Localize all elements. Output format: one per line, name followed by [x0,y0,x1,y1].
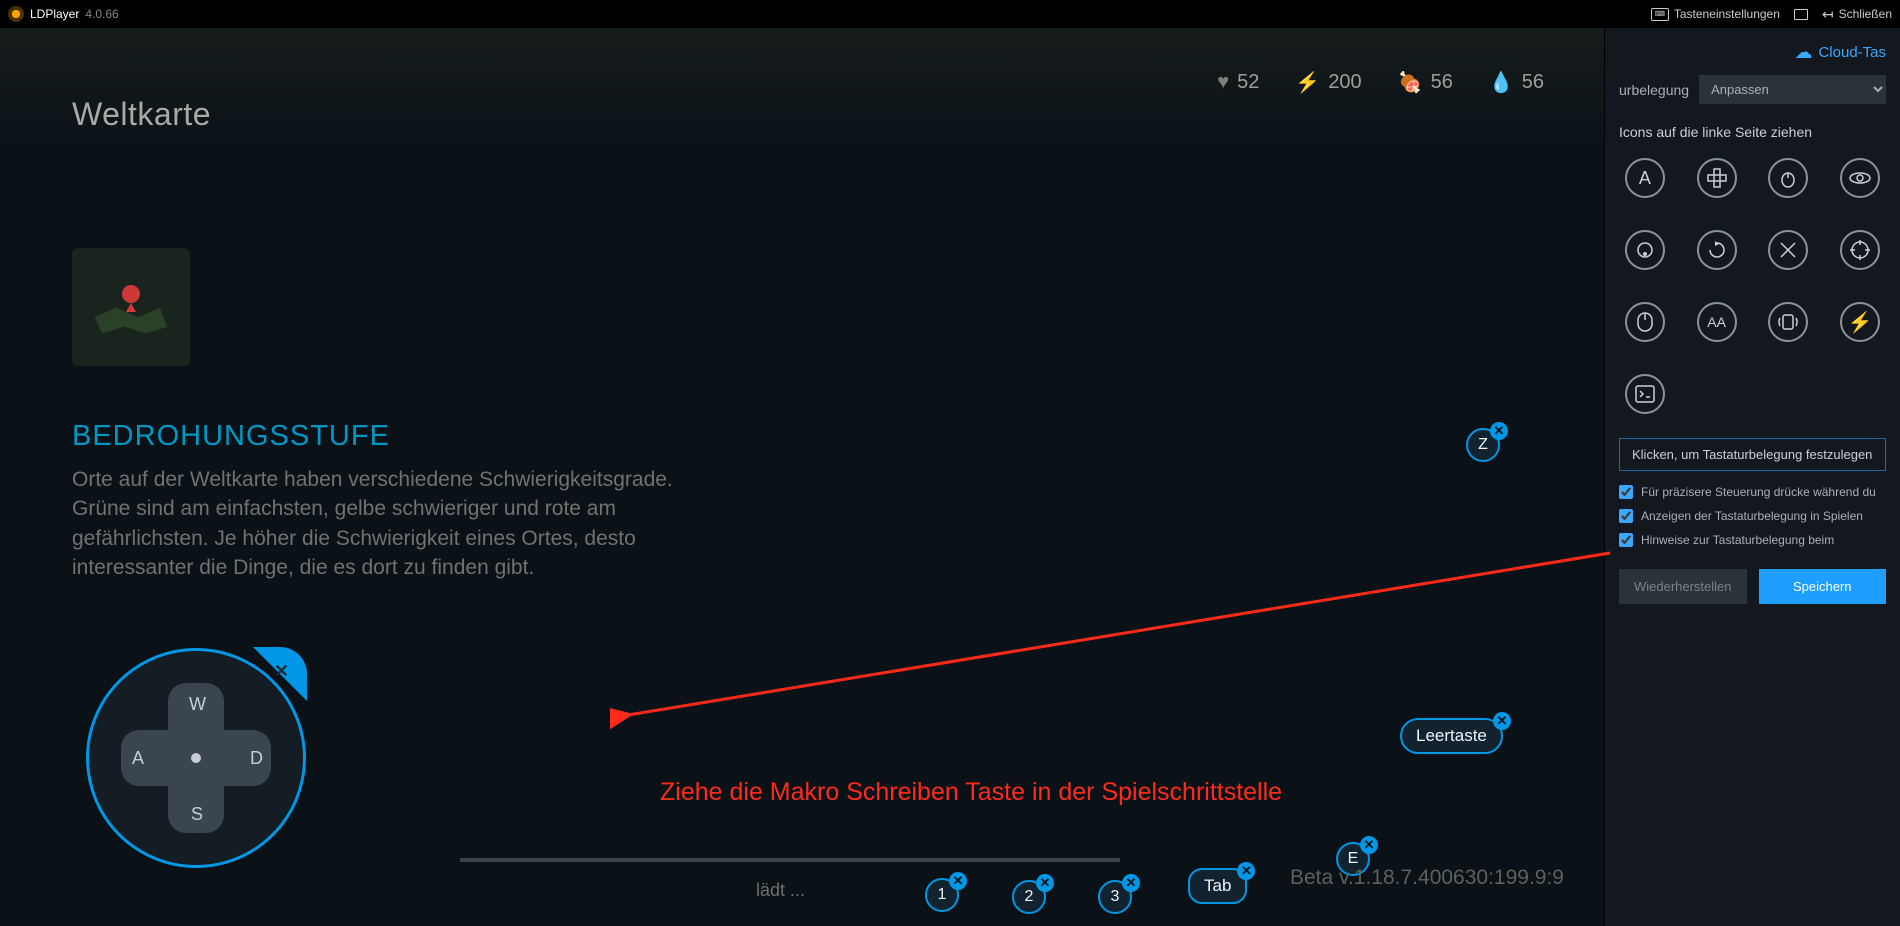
dpad-ring: ✕ W A D S [86,648,306,868]
close-label: Schließen [1839,7,1892,21]
dpad-icon[interactable] [1697,158,1737,198]
dpad-center-dot [191,753,201,763]
loading-bar [460,858,1120,862]
macro-icon[interactable] [1625,374,1665,414]
icon-grid: A AA ⚡ [1619,158,1886,414]
profile-select[interactable]: Anpassen [1699,75,1886,104]
key-settings-label: Tasteneinstellungen [1674,7,1780,21]
mouse-icon[interactable] [1625,302,1665,342]
key-1-label: 1 [938,886,947,904]
close-arrow-icon: ↤ [1822,6,1834,23]
game-version: Beta v.1.18.7.400630:199.9:9 [1290,866,1564,890]
check-precise[interactable]: Für präzisere Steuerung drücke während d… [1619,485,1886,499]
stats-bar: ♥ 52 ⚡ 200 🍖 56 💧 56 [1217,70,1544,95]
annotation-arrow-icon [610,543,1630,743]
annotation-text: Ziehe die Makro Schreiben Taste in der S… [660,778,1282,807]
check-precise-label: Für präzisere Steuerung drücke während d… [1641,485,1876,499]
key-z[interactable]: Z ✕ [1466,428,1500,462]
key-tab[interactable]: Tab ✕ [1188,868,1247,904]
threat-title: BEDROHUNGSSTUFE [72,420,712,453]
cloud-icon: ☁ [1794,42,1812,63]
stat-water: 💧 56 [1489,70,1544,95]
folder-button[interactable] [1794,9,1808,20]
check-hints[interactable]: Hinweise zur Tastaturbelegung beim [1619,533,1886,547]
map-icon [86,272,176,342]
bolt-icon: ⚡ [1295,70,1320,95]
key-delete-icon[interactable]: ✕ [1490,422,1508,440]
app-name: LDPlayer [30,7,79,21]
loading-text: lädt ... [756,880,805,901]
key-tab-label: Tab [1204,876,1231,896]
meat-icon: 🍖 [1398,70,1423,95]
gravity-icon[interactable] [1625,230,1665,270]
heart-icon: ♥ [1217,71,1229,94]
bolt-value: 200 [1328,71,1361,94]
key-1[interactable]: 1 ✕ [925,878,959,912]
tooltip-box: Klicken, um Tastaturbelegung festzulegen [1619,438,1886,471]
stat-heart: ♥ 52 [1217,71,1259,94]
aim-icon[interactable] [1840,230,1880,270]
titlebar-right: ⌨ Tasteneinstellungen ↤ Schließen [1651,6,1892,23]
view-icon[interactable] [1840,158,1880,198]
key-3-label: 3 [1111,888,1120,906]
shake-icon[interactable] [1768,302,1808,342]
keyboard-icon: ⌨ [1651,8,1669,21]
key-z-label: Z [1478,436,1488,454]
close-button[interactable]: ↤ Schließen [1822,6,1892,23]
dpad-control[interactable]: ✕ W A D S [86,648,306,868]
key-delete-icon[interactable]: ✕ [1036,874,1054,892]
key-2[interactable]: 2 ✕ [1012,880,1046,914]
drag-instruction: Icons auf die linke Seite ziehen [1619,124,1886,140]
key-3[interactable]: 3 ✕ [1098,880,1132,914]
check-show-label: Anzeigen der Tastaturbelegung in Spielen [1641,509,1863,523]
app-version: 4.0.66 [85,7,118,21]
titlebar-left: LDPlayer 4.0.66 [8,6,119,22]
checkbox-show[interactable] [1619,509,1633,523]
cloud-link[interactable]: ☁ Cloud-Tas [1619,42,1886,63]
check-hints-label: Hinweise zur Tastaturbelegung beim [1641,533,1834,547]
stat-bolt: ⚡ 200 [1295,70,1361,95]
dpad-left-key[interactable]: A [132,748,144,769]
key-settings-button[interactable]: ⌨ Tasteneinstellungen [1651,7,1780,21]
dpad-down-key[interactable]: S [191,804,203,825]
close-icon[interactable]: ✕ [274,661,289,682]
meat-value: 56 [1431,71,1453,94]
folder-icon [1794,9,1808,20]
dpad-right-key[interactable]: D [250,748,263,769]
cloud-label: Cloud-Tas [1818,44,1886,61]
multi-key-icon[interactable]: AA [1697,302,1737,342]
rotate-icon[interactable] [1697,230,1737,270]
bolt-icon[interactable]: ⚡ [1840,302,1880,342]
titlebar: LDPlayer 4.0.66 ⌨ Tasteneinstellungen ↤ … [0,0,1900,28]
water-icon: 💧 [1489,70,1514,95]
key-delete-icon[interactable]: ✕ [1122,874,1140,892]
game-header: Weltkarte ♥ 52 ⚡ 200 🍖 56 💧 56 [0,28,1604,148]
stat-meat: 🍖 56 [1398,70,1453,95]
attack-icon[interactable] [1768,230,1808,270]
app-logo-icon [8,6,24,22]
key-delete-icon[interactable]: ✕ [949,872,967,890]
save-button[interactable]: Speichern [1759,569,1887,604]
profile-label: urbelegung [1619,82,1689,98]
key-delete-icon[interactable]: ✕ [1360,836,1378,854]
water-value: 56 [1522,71,1544,94]
heart-value: 52 [1237,71,1259,94]
profile-row: urbelegung Anpassen [1619,75,1886,104]
checkbox-precise[interactable] [1619,485,1633,499]
single-key-icon[interactable]: A [1625,158,1665,198]
game-area: Weltkarte ♥ 52 ⚡ 200 🍖 56 💧 56 [0,28,1604,926]
key-2-label: 2 [1025,888,1034,906]
game-title: Weltkarte [72,96,211,133]
key-delete-icon[interactable]: ✕ [1237,862,1255,880]
mouse-lock-icon[interactable] [1768,158,1808,198]
map-thumbnail[interactable] [72,248,190,366]
restore-button[interactable]: Wiederherstellen [1619,569,1747,604]
dpad-up-key[interactable]: W [189,694,206,715]
sidebar: ☁ Cloud-Tas urbelegung Anpassen Icons au… [1604,28,1900,926]
check-show[interactable]: Anzeigen der Tastaturbelegung in Spielen [1619,509,1886,523]
main: Weltkarte ♥ 52 ⚡ 200 🍖 56 💧 56 [0,28,1900,926]
button-row: Wiederherstellen Speichern [1619,569,1886,604]
